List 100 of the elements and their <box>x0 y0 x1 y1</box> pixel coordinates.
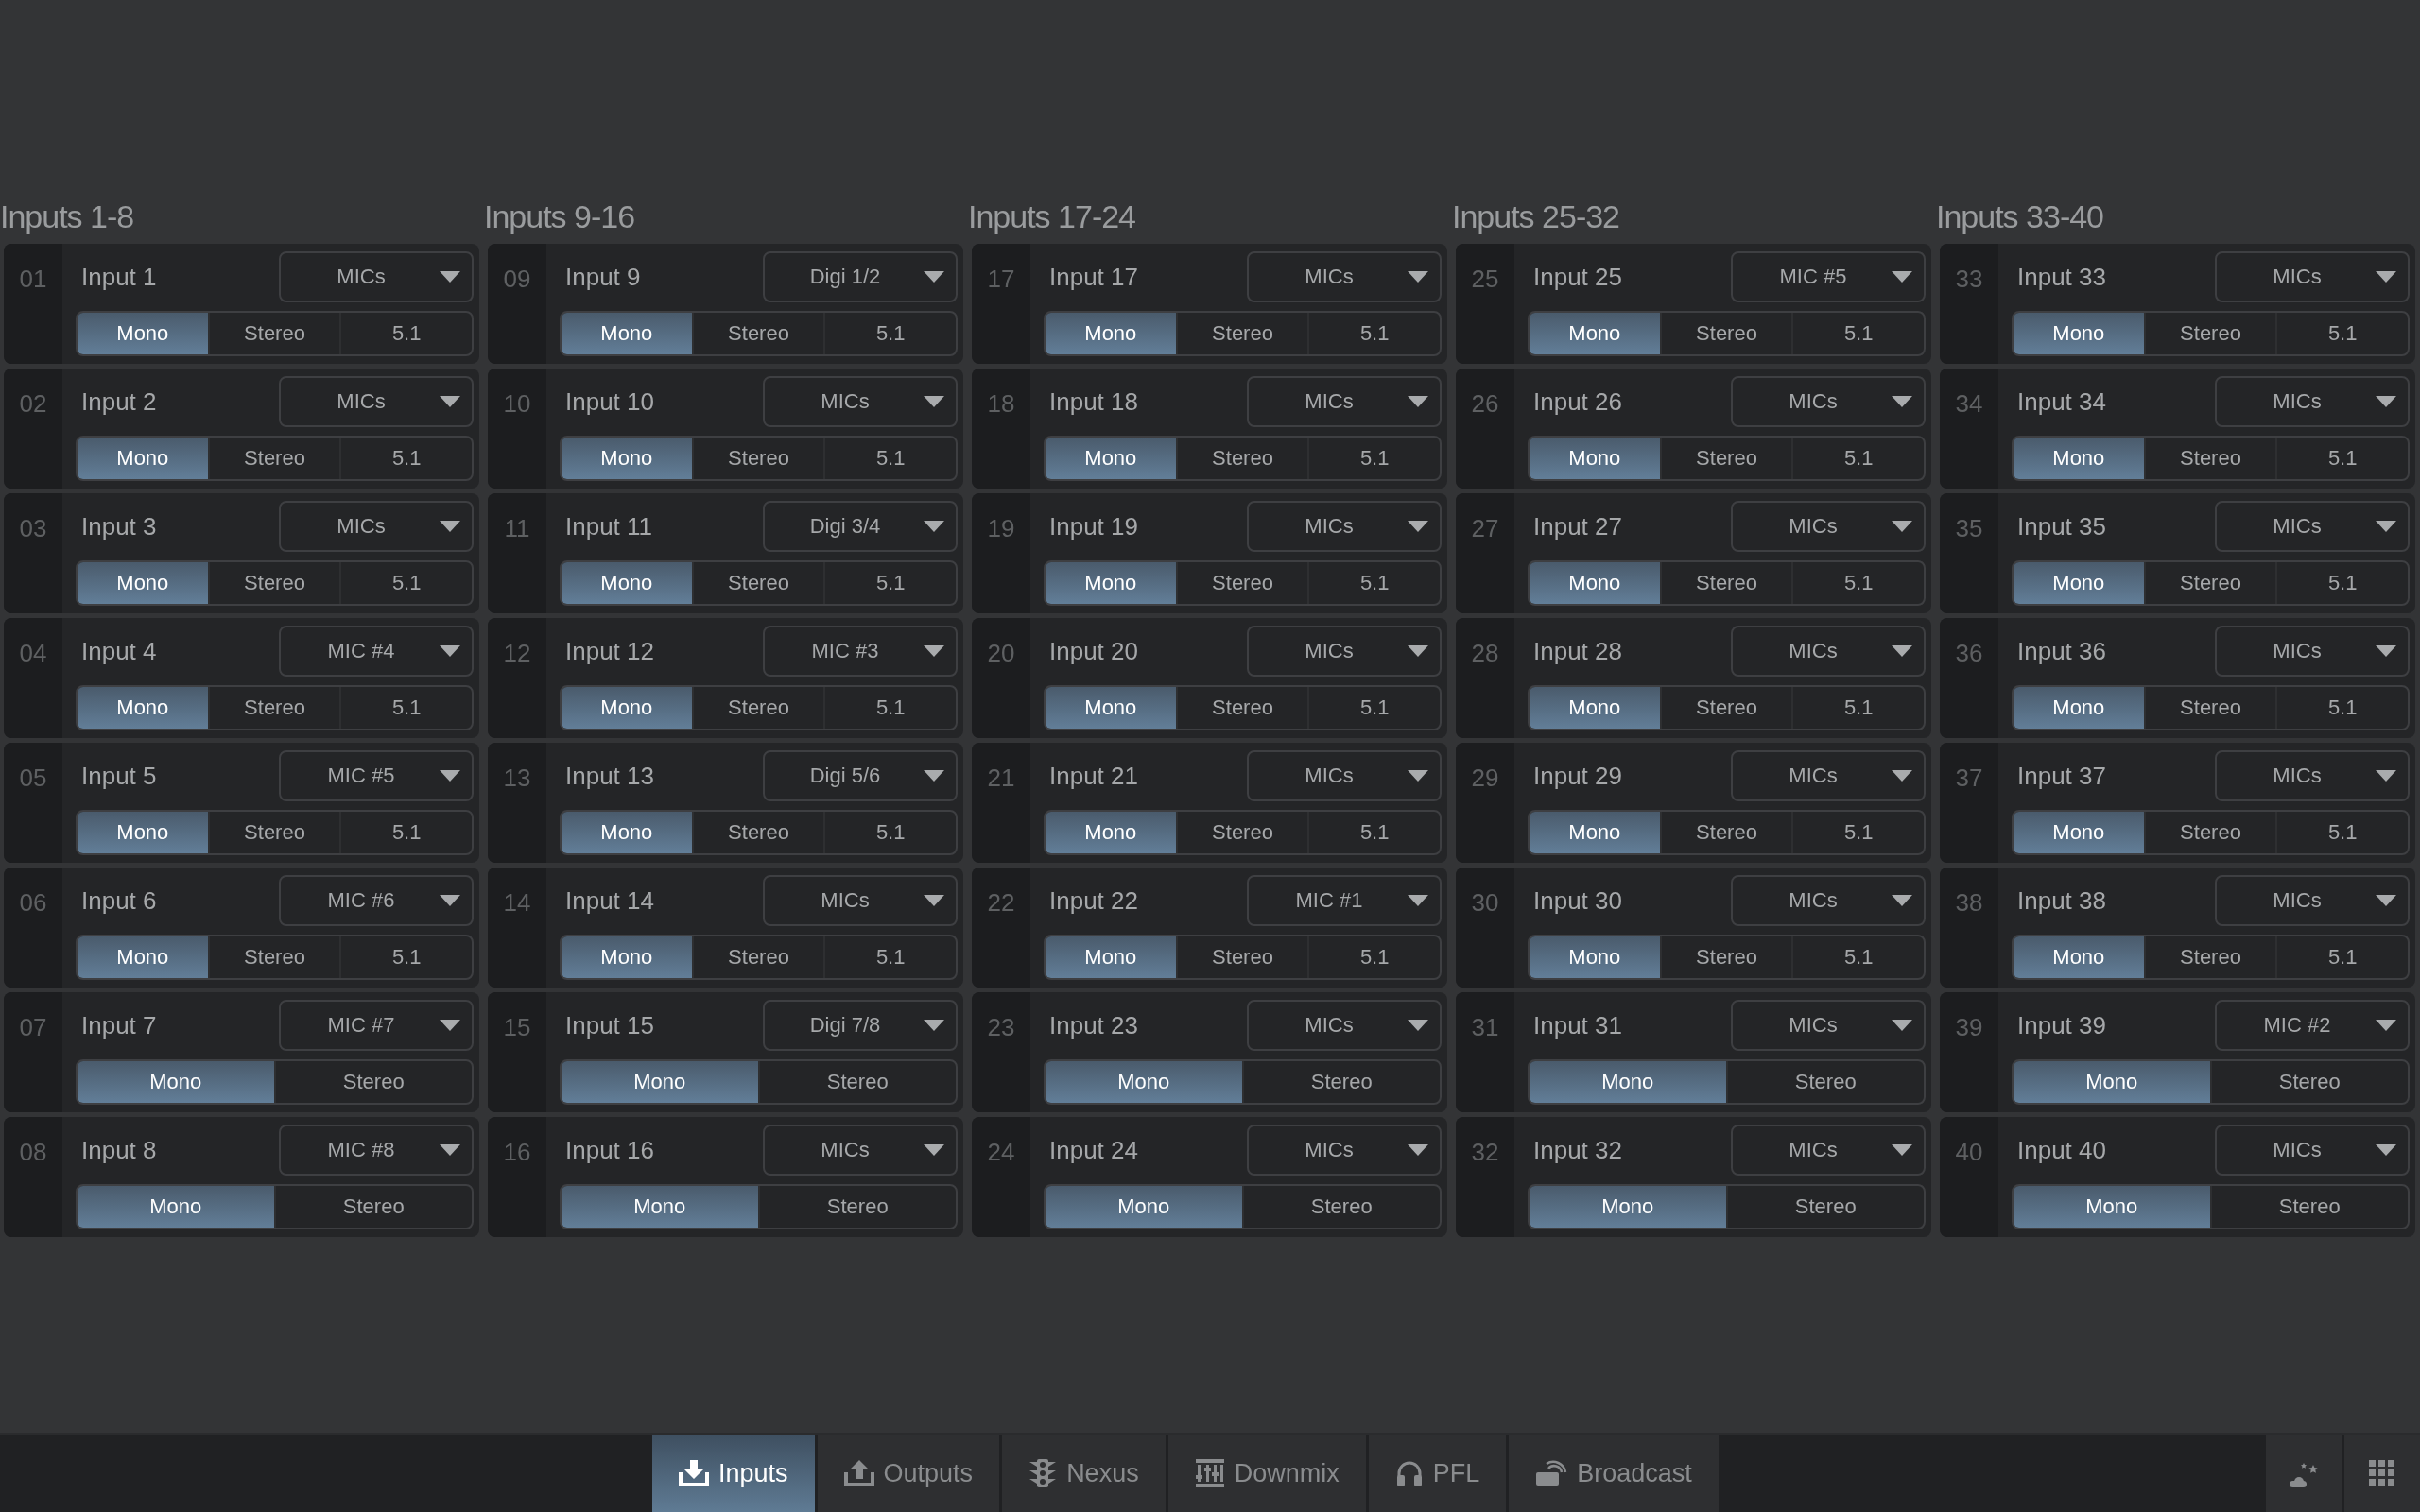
nav-tab[interactable]: PFL <box>1368 1435 1507 1512</box>
mode-option[interactable]: Stereo <box>207 562 340 604</box>
mode-option[interactable]: 5.1 <box>1307 438 1440 479</box>
mode-option[interactable]: Stereo <box>1241 1186 1440 1228</box>
mode-option[interactable]: Stereo <box>1175 313 1308 354</box>
mode-option[interactable]: Mono <box>78 1061 274 1103</box>
source-dropdown[interactable]: MICs <box>1247 1125 1442 1176</box>
mode-option[interactable]: 5.1 <box>1791 687 1924 729</box>
mode-option[interactable]: Mono <box>78 687 208 729</box>
mode-option[interactable]: Mono <box>562 1061 758 1103</box>
source-dropdown[interactable]: MICs <box>2215 750 2410 801</box>
mode-option[interactable]: Mono <box>562 313 692 354</box>
nav-tab[interactable]: Inputs <box>652 1435 815 1512</box>
mode-option[interactable]: Stereo <box>1175 936 1308 978</box>
mode-option[interactable]: Stereo <box>1725 1061 1924 1103</box>
source-dropdown[interactable]: MICs <box>1247 1000 1442 1051</box>
nav-tab[interactable]: Outputs <box>817 1435 1000 1512</box>
mode-option[interactable]: Mono <box>1530 313 1660 354</box>
source-dropdown[interactable]: MIC #7 <box>279 1000 474 1051</box>
mode-option[interactable]: Stereo <box>1659 313 1792 354</box>
mode-option[interactable]: Stereo <box>691 687 824 729</box>
source-dropdown[interactable]: MICs <box>1247 626 1442 677</box>
mode-option[interactable]: Stereo <box>1175 438 1308 479</box>
mode-option[interactable]: Mono <box>562 687 692 729</box>
mode-option[interactable]: Mono <box>1046 313 1176 354</box>
mode-option[interactable]: Stereo <box>207 313 340 354</box>
mode-option[interactable]: Mono <box>1046 438 1176 479</box>
mode-option[interactable]: Mono <box>2014 562 2144 604</box>
source-dropdown[interactable]: MICs <box>1731 1000 1926 1051</box>
mode-option[interactable]: 5.1 <box>1307 687 1440 729</box>
mode-option[interactable]: 5.1 <box>1307 313 1440 354</box>
source-dropdown[interactable]: MIC #4 <box>279 626 474 677</box>
mode-option[interactable]: 5.1 <box>339 687 472 729</box>
mode-option[interactable]: 5.1 <box>1307 562 1440 604</box>
mode-option[interactable]: Stereo <box>2143 687 2276 729</box>
mode-option[interactable]: Mono <box>78 1186 274 1228</box>
source-dropdown[interactable]: MICs <box>1731 376 1926 427</box>
source-dropdown[interactable]: MIC #1 <box>1247 875 1442 926</box>
mode-option[interactable]: Stereo <box>2143 936 2276 978</box>
source-dropdown[interactable]: MIC #6 <box>279 875 474 926</box>
mode-option[interactable]: 5.1 <box>339 812 472 853</box>
source-dropdown[interactable]: MIC #8 <box>279 1125 474 1176</box>
night-mode-button[interactable] <box>2266 1435 2342 1512</box>
mode-option[interactable]: Mono <box>2014 1061 2210 1103</box>
mode-option[interactable]: Stereo <box>273 1061 472 1103</box>
mode-option[interactable]: Stereo <box>1175 812 1308 853</box>
mode-option[interactable]: 5.1 <box>1307 936 1440 978</box>
mode-option[interactable]: Mono <box>2014 687 2144 729</box>
mode-option[interactable]: 5.1 <box>1791 562 1924 604</box>
mode-option[interactable]: Stereo <box>757 1186 956 1228</box>
mode-option[interactable]: Stereo <box>691 313 824 354</box>
source-dropdown[interactable]: MICs <box>1731 626 1926 677</box>
mode-option[interactable]: 5.1 <box>1791 936 1924 978</box>
mode-option[interactable]: Mono <box>1530 1061 1726 1103</box>
mode-option[interactable]: 5.1 <box>2275 313 2408 354</box>
mode-option[interactable]: 5.1 <box>2275 812 2408 853</box>
mode-option[interactable]: Mono <box>562 812 692 853</box>
mode-option[interactable]: Stereo <box>1659 438 1792 479</box>
mode-option[interactable]: Mono <box>2014 812 2144 853</box>
mode-option[interactable]: Mono <box>2014 313 2144 354</box>
mode-option[interactable]: Stereo <box>2143 438 2276 479</box>
source-dropdown[interactable]: MICs <box>1247 501 1442 552</box>
source-dropdown[interactable]: Digi 3/4 <box>763 501 958 552</box>
mode-option[interactable]: Stereo <box>1659 562 1792 604</box>
source-dropdown[interactable]: MICs <box>1731 1125 1926 1176</box>
mode-option[interactable]: 5.1 <box>2275 562 2408 604</box>
source-dropdown[interactable]: MICs <box>279 251 474 302</box>
mode-option[interactable]: Mono <box>1530 812 1660 853</box>
mode-option[interactable]: 5.1 <box>1791 812 1924 853</box>
source-dropdown[interactable]: MICs <box>1247 750 1442 801</box>
mode-option[interactable]: 5.1 <box>823 687 956 729</box>
source-dropdown[interactable]: MICs <box>1731 875 1926 926</box>
mode-option[interactable]: 5.1 <box>823 812 956 853</box>
mode-option[interactable]: Stereo <box>207 812 340 853</box>
source-dropdown[interactable]: MICs <box>2215 376 2410 427</box>
mode-option[interactable]: Stereo <box>691 936 824 978</box>
nav-tab[interactable]: Downmix <box>1167 1435 1366 1512</box>
source-dropdown[interactable]: Digi 7/8 <box>763 1000 958 1051</box>
mode-option[interactable]: Mono <box>1046 1186 1242 1228</box>
mode-option[interactable]: Stereo <box>2209 1061 2408 1103</box>
mode-option[interactable]: Stereo <box>1659 936 1792 978</box>
mode-option[interactable]: 5.1 <box>1791 313 1924 354</box>
mode-option[interactable]: Mono <box>1046 812 1176 853</box>
source-dropdown[interactable]: MICs <box>763 376 958 427</box>
mode-option[interactable]: Stereo <box>1241 1061 1440 1103</box>
mode-option[interactable]: Mono <box>78 438 208 479</box>
mode-option[interactable]: Stereo <box>2209 1186 2408 1228</box>
mode-option[interactable]: Stereo <box>2143 812 2276 853</box>
source-dropdown[interactable]: MICs <box>279 501 474 552</box>
mode-option[interactable]: Stereo <box>2143 313 2276 354</box>
mode-option[interactable]: Mono <box>78 562 208 604</box>
source-dropdown[interactable]: MICs <box>2215 626 2410 677</box>
mode-option[interactable]: Stereo <box>207 936 340 978</box>
mode-option[interactable]: 5.1 <box>2275 936 2408 978</box>
mode-option[interactable]: 5.1 <box>1307 812 1440 853</box>
mode-option[interactable]: 5.1 <box>339 562 472 604</box>
mode-option[interactable]: Mono <box>78 313 208 354</box>
source-dropdown[interactable]: MIC #5 <box>279 750 474 801</box>
mode-option[interactable]: Mono <box>562 936 692 978</box>
mode-option[interactable]: Stereo <box>691 562 824 604</box>
